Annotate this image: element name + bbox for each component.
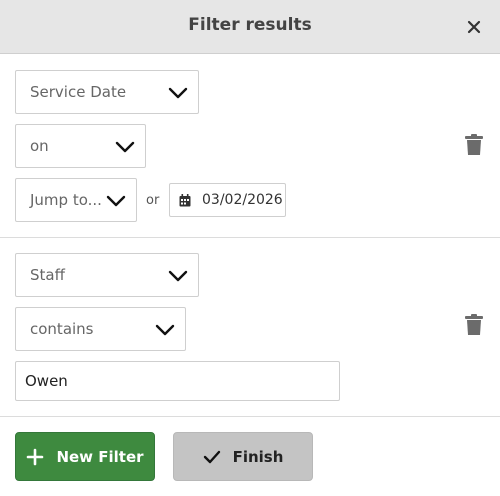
- or-label: or: [146, 193, 160, 208]
- filter-2-value-input[interactable]: Owen: [15, 361, 340, 401]
- filter-1-operator-select[interactable]: on: [15, 124, 146, 168]
- trash-icon: [465, 134, 483, 155]
- trash-icon: [465, 314, 483, 335]
- finish-button[interactable]: Finish: [173, 432, 313, 481]
- chevron-down-icon: [155, 324, 175, 336]
- filter-2-operator-label: contains: [30, 320, 94, 338]
- filter-1-delete-button[interactable]: [464, 134, 484, 156]
- new-filter-label: New Filter: [56, 447, 144, 466]
- dialog-header: Filter results: [0, 0, 500, 54]
- filter-1-date-value: 03/02/2026: [202, 192, 283, 208]
- filter-2-delete-button[interactable]: [464, 314, 484, 336]
- footer-divider: [0, 416, 500, 417]
- dialog-title: Filter results: [188, 15, 312, 35]
- calendar-icon: [179, 194, 191, 207]
- filter-1-jump-label: Jump to...: [30, 191, 102, 209]
- chevron-down-icon: [115, 141, 135, 153]
- chevron-down-icon: [106, 195, 126, 207]
- filter-2-operator-select[interactable]: contains: [15, 307, 186, 351]
- filter-2-value-text: Owen: [25, 372, 68, 390]
- filter-1-field-label: Service Date: [30, 83, 127, 101]
- filter-2-field-label: Staff: [30, 266, 65, 284]
- close-button[interactable]: [462, 15, 486, 39]
- new-filter-button[interactable]: New Filter: [15, 432, 155, 481]
- filter-divider: [0, 237, 500, 238]
- finish-label: Finish: [232, 447, 284, 466]
- chevron-down-icon: [168, 87, 188, 99]
- filter-1-date-input[interactable]: 03/02/2026: [169, 183, 286, 217]
- filter-1-operator-label: on: [30, 137, 49, 155]
- filter-2-field-select[interactable]: Staff: [15, 253, 199, 297]
- filter-1-jump-select[interactable]: Jump to...: [15, 178, 137, 222]
- chevron-down-icon: [168, 270, 188, 282]
- close-icon: [467, 20, 481, 34]
- filter-1-field-select[interactable]: Service Date: [15, 70, 199, 114]
- plus-icon: [27, 448, 44, 465]
- check-icon: [203, 450, 220, 463]
